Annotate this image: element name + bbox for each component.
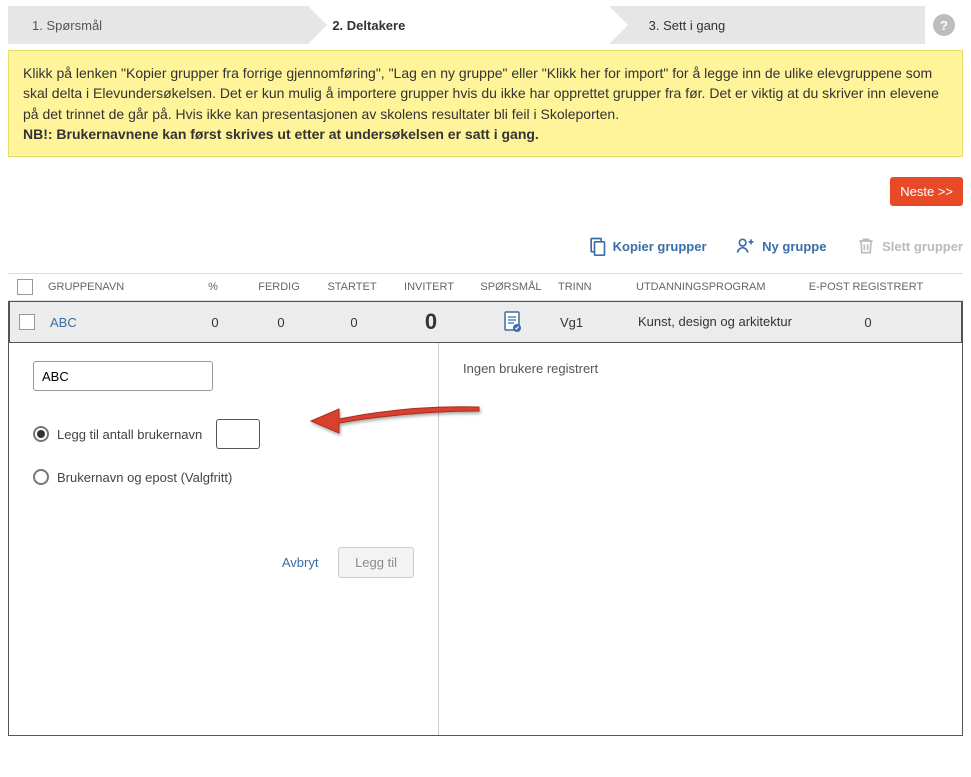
help-button[interactable]: ? bbox=[925, 6, 963, 44]
col-invitert: INVITERT bbox=[390, 281, 468, 293]
col-startet: STARTET bbox=[314, 281, 390, 293]
radio-user-email[interactable] bbox=[33, 469, 49, 485]
delete-groups-label: Slett grupper bbox=[882, 239, 963, 254]
col-ferdig: FERDIG bbox=[244, 281, 314, 293]
radio-selected-dot bbox=[37, 430, 45, 438]
cancel-link[interactable]: Avbryt bbox=[282, 555, 319, 570]
info-text-1: Klikk på lenken "Kopier grupper fra forr… bbox=[23, 65, 939, 122]
col-pct: % bbox=[182, 281, 244, 293]
new-group-link[interactable]: Ny gruppe bbox=[736, 236, 826, 256]
info-text-2: NB!: Brukernavnene kan først skrives ut … bbox=[23, 126, 539, 142]
delete-groups-link: Slett grupper bbox=[856, 236, 963, 256]
radio-add-count-row[interactable]: Legg til antall brukernavn bbox=[33, 419, 414, 449]
expand-right: Ingen brukere registrert bbox=[439, 343, 962, 735]
cell-startet: 0 bbox=[316, 315, 392, 330]
col-name: GRUPPENAVN bbox=[42, 281, 182, 293]
step-wizard: 1. Spørsmål 2. Deltakere 3. Sett i gang … bbox=[8, 6, 963, 44]
expand-panel: Legg til antall brukernavn Brukernavn og… bbox=[8, 343, 963, 736]
radio-add-count[interactable] bbox=[33, 426, 49, 442]
step-3-label: 3. Sett i gang bbox=[649, 18, 726, 33]
step-1[interactable]: 1. Spørsmål bbox=[8, 6, 308, 44]
cell-utd: Kunst, design og arkitektur bbox=[634, 314, 798, 330]
next-button[interactable]: Neste >> bbox=[890, 177, 963, 206]
step-2[interactable]: 2. Deltakere bbox=[308, 6, 608, 44]
no-users-message: Ingen brukere registrert bbox=[463, 361, 598, 376]
step-1-label: 1. Spørsmål bbox=[32, 18, 102, 33]
info-banner: Klikk på lenken "Kopier grupper fra forr… bbox=[8, 50, 963, 157]
group-name-link[interactable]: ABC bbox=[50, 315, 77, 330]
row-checkbox[interactable] bbox=[19, 314, 35, 330]
col-utd: UTDANNINGSPROGRAM bbox=[632, 281, 796, 293]
trash-icon bbox=[856, 236, 876, 256]
group-add-icon bbox=[736, 236, 756, 256]
radio-user-email-row[interactable]: Brukernavn og epost (Valgfritt) bbox=[33, 469, 414, 485]
copy-groups-link[interactable]: Kopier grupper bbox=[587, 236, 707, 256]
cell-pct: 0 bbox=[184, 315, 246, 330]
radio-add-count-label: Legg til antall brukernavn bbox=[57, 427, 202, 442]
help-icon: ? bbox=[933, 14, 955, 36]
col-spors: SPØRSMÅL bbox=[468, 281, 554, 293]
next-row: Neste >> bbox=[8, 177, 963, 206]
cell-trinn: Vg1 bbox=[556, 315, 634, 330]
step-3[interactable]: 3. Sett i gang bbox=[609, 6, 925, 44]
cell-ferdig: 0 bbox=[246, 315, 316, 330]
col-trinn: TRINN bbox=[554, 281, 632, 293]
cell-invitert: 0 bbox=[392, 309, 470, 335]
cell-epost: 0 bbox=[798, 315, 938, 330]
new-group-label: Ny gruppe bbox=[762, 239, 826, 254]
add-button[interactable]: Legg til bbox=[338, 547, 414, 578]
copy-icon bbox=[587, 236, 607, 256]
step-2-label: 2. Deltakere bbox=[332, 18, 405, 33]
group-actions: Kopier grupper Ny gruppe Slett grupper bbox=[8, 236, 963, 259]
cell-spors[interactable] bbox=[470, 310, 556, 334]
expand-left: Legg til antall brukernavn Brukernavn og… bbox=[9, 343, 439, 735]
expand-buttons: Avbryt Legg til bbox=[33, 547, 414, 578]
copy-groups-label: Kopier grupper bbox=[613, 239, 707, 254]
table-header: GRUPPENAVN % FERDIG STARTET INVITERT SPØ… bbox=[8, 273, 963, 301]
col-epost: E-POST REGISTRERT bbox=[796, 281, 936, 293]
group-name-input[interactable] bbox=[33, 361, 213, 391]
document-icon bbox=[503, 310, 523, 334]
table-row: ABC 0 0 0 0 Vg1 Kunst, design og arkitek… bbox=[8, 301, 963, 343]
select-all-checkbox[interactable] bbox=[17, 279, 33, 295]
radio-user-email-label: Brukernavn og epost (Valgfritt) bbox=[57, 470, 232, 485]
user-count-input[interactable] bbox=[216, 419, 260, 449]
